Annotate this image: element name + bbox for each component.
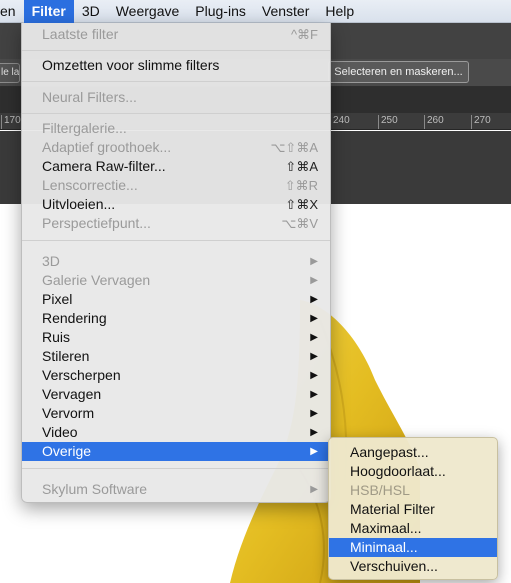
submenu-arrow-icon: ▶ [310,275,318,286]
menu-separator [22,240,330,241]
menu-item-neural-filters[interactable]: Neural Filters... [22,88,330,107]
submenu-arrow-icon: ▶ [310,294,318,305]
submenu-item-custom[interactable]: Aangepast... [329,443,497,462]
submenu-item-hsb-hsl[interactable]: HSB/HSL [329,481,497,500]
menu-item-noise[interactable]: Ruis ▶ [22,328,330,347]
submenu-item-minimum[interactable]: Minimaal... [329,538,497,557]
submenu-item-material-filter[interactable]: Material Filter [329,500,497,519]
menu-item-adaptive-wide-angle[interactable]: Adaptief groothoek... ⌥⇧⌘A [22,138,330,157]
menu-item-stylize[interactable]: Stileren ▶ [22,347,330,366]
menu-item-distort[interactable]: Vervorm ▶ [22,404,330,423]
submenu-arrow-icon: ▶ [310,351,318,362]
menu-item-lens-correction[interactable]: Lenscorrectie... ⇧⌘R [22,176,330,195]
submenu-arrow-icon: ▶ [310,313,318,324]
submenu-arrow-icon: ▶ [310,370,318,381]
menu-item-sharpen[interactable]: Verscherpen ▶ [22,366,330,385]
menu-item-vanishing-point[interactable]: Perspectiefpunt... ⌥⌘V [22,214,330,233]
menu-separator [22,50,330,51]
menu-item-video[interactable]: Video ▶ [22,423,330,442]
submenu-item-offset[interactable]: Verschuiven... [329,557,497,576]
submenu-arrow-icon: ▶ [310,446,318,457]
menu-item-blur-gallery[interactable]: Galerie Vervagen ▶ [22,271,330,290]
submenu-arrow-icon: ▶ [310,408,318,419]
submenu-arrow-icon: ▶ [310,427,318,438]
submenu-arrow-icon: ▶ [310,484,318,495]
submenu-item-high-pass[interactable]: Hoogdoorlaat... [329,462,497,481]
submenu-arrow-icon: ▶ [310,256,318,267]
menu-item-3d[interactable]: 3D ▶ [22,252,330,271]
menu-item-blur[interactable]: Vervagen ▶ [22,385,330,404]
submenu-arrow-icon: ▶ [310,332,318,343]
menu-separator [22,113,330,114]
submenu-arrow-icon: ▶ [310,389,318,400]
menu-item-render[interactable]: Rendering ▶ [22,309,330,328]
filter-menu: Laatste filter ^⌘F Omzetten voor slimme … [21,23,331,503]
menu-item-other[interactable]: Overige ▶ [22,442,330,461]
menu-item-last-filter[interactable]: Laatste filter ^⌘F [22,25,330,44]
menu-item-convert-smart-filters[interactable]: Omzetten voor slimme filters [22,56,330,75]
menu-item-liquify[interactable]: Uitvloeien... ⇧⌘X [22,195,330,214]
menu-item-pixelate[interactable]: Pixel ▶ [22,290,330,309]
menu-separator [22,81,330,82]
menu-item-skylum-software[interactable]: Skylum Software ▶ [22,480,330,499]
menu-separator [22,468,330,469]
other-submenu: Aangepast... Hoogdoorlaat... HSB/HSL Mat… [328,437,498,580]
menu-item-filter-gallery[interactable]: Filtergalerie... [22,119,330,138]
menu-item-camera-raw[interactable]: Camera Raw-filter... ⇧⌘A [22,157,330,176]
submenu-item-maximum[interactable]: Maximaal... [329,519,497,538]
